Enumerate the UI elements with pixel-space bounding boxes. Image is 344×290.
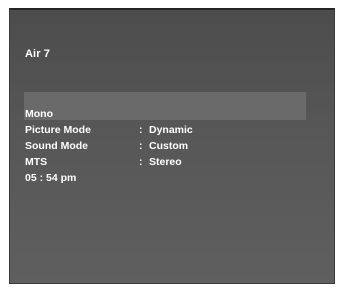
mts-value: Stereo (149, 156, 182, 168)
sound-mode-value: Custom (149, 140, 189, 152)
sound-mode-row: Sound Mode: Custom (25, 138, 193, 154)
sound-mode-label: Sound Mode (25, 140, 88, 152)
clock-text: 05 : 54 pm (25, 172, 77, 184)
channel-label: Air 7 (25, 48, 50, 60)
sound-mode-separator: : (139, 140, 143, 152)
info-panel: Mono Picture Mode: Dynamic Sound Mode: Cus… (25, 106, 193, 186)
tv-screen: Air 7 Mono Picture Mode: Dynamic Sound Mo… (9, 8, 335, 284)
mts-row: MTS: Stereo (25, 154, 193, 170)
picture-mode-value: Dynamic (149, 124, 193, 136)
audio-mode-text: Mono (25, 108, 53, 120)
mts-label: MTS (25, 156, 48, 168)
picture-mode-row: Picture Mode: Dynamic (25, 122, 193, 138)
picture-mode-separator: : (139, 124, 143, 136)
mts-separator: : (139, 156, 143, 168)
picture-mode-label: Picture Mode (25, 124, 91, 136)
